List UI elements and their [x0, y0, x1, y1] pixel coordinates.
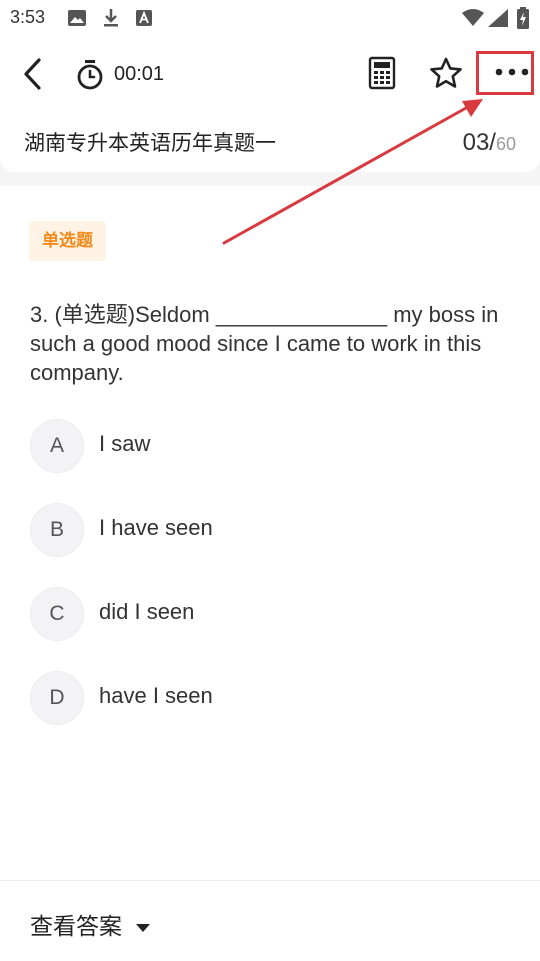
annotation-highlight-box — [476, 51, 534, 95]
counter-current: 03 — [462, 129, 490, 156]
chevron-left-icon[interactable] — [20, 56, 46, 92]
a-letter-icon — [136, 10, 152, 26]
option-text: have I seen — [99, 683, 213, 708]
option-a[interactable]: A I saw — [30, 419, 510, 473]
status-bar: 3:53 — [0, 0, 540, 36]
caret-down-icon — [136, 923, 151, 932]
option-letter: A — [30, 419, 84, 473]
toolbar: 00:01 — [0, 36, 540, 112]
question-text: 3. (单选题)Seldom ______________ my boss in… — [30, 302, 499, 385]
bottom-bar: 查看答案 — [0, 880, 540, 961]
option-d[interactable]: D have I seen — [30, 671, 510, 725]
option-letter: D — [30, 671, 84, 725]
paper-header: 湖南专升本英语历年真题一 03/60 — [0, 112, 540, 172]
question-counter: 03/60 — [463, 129, 516, 157]
question-type-badge: 单选题 — [29, 221, 106, 261]
question-area: 单选题 3. (单选题)Seldom ______________ my bos… — [0, 186, 540, 880]
paper-title: 湖南专升本英语历年真题一 — [24, 131, 276, 155]
calculator-icon[interactable] — [368, 56, 396, 90]
counter-total: 60 — [495, 134, 516, 154]
star-icon[interactable] — [429, 57, 463, 89]
counter-slash: / — [489, 129, 496, 156]
stopwatch-icon — [77, 60, 103, 90]
view-answer-label: 查看答案 — [30, 914, 122, 940]
signal-icon — [488, 9, 508, 27]
timer-value: 00:01 — [114, 63, 165, 85]
status-time: 3:53 — [10, 7, 46, 27]
image-icon — [68, 10, 86, 26]
battery-icon — [517, 7, 529, 29]
option-letter: C — [30, 587, 84, 641]
option-text: I saw — [99, 431, 151, 456]
download-icon — [104, 9, 118, 27]
option-text: I have seen — [99, 515, 213, 540]
option-b[interactable]: B I have seen — [30, 503, 510, 557]
option-letter: B — [30, 503, 84, 557]
wifi-icon — [462, 9, 484, 26]
view-answer-button[interactable]: 查看答案 — [30, 907, 151, 941]
option-c[interactable]: C did I seen — [30, 587, 510, 641]
option-text: did I seen — [99, 599, 195, 624]
